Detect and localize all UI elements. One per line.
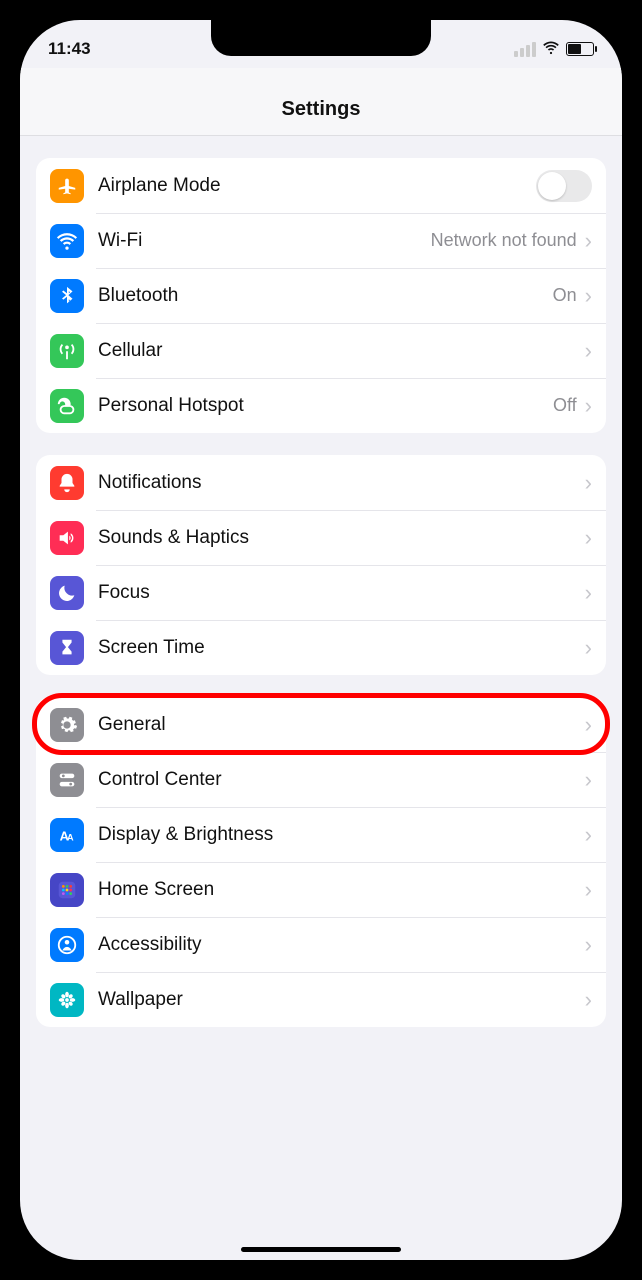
- notch: [211, 20, 431, 56]
- row-label: Control Center: [98, 769, 585, 791]
- settings-group: Airplane ModeWi-FiNetwork not found›Blue…: [36, 158, 606, 433]
- row-label: Home Screen: [98, 879, 585, 901]
- row-screentime[interactable]: Screen Time›: [36, 620, 606, 675]
- svg-text:A: A: [67, 832, 74, 842]
- chevron-right-icon: ›: [585, 338, 592, 364]
- settings-group: General›Control Center›AADisplay & Brigh…: [36, 697, 606, 1027]
- airplane-icon: [50, 169, 84, 203]
- chevron-right-icon: ›: [585, 932, 592, 958]
- row-home-screen[interactable]: Home Screen›: [36, 862, 606, 917]
- chevron-right-icon: ›: [585, 470, 592, 496]
- chevron-right-icon: ›: [585, 987, 592, 1013]
- row-label: General: [98, 714, 585, 736]
- row-notifications[interactable]: Notifications›: [36, 455, 606, 510]
- chevron-right-icon: ›: [585, 822, 592, 848]
- row-wallpaper[interactable]: Wallpaper›: [36, 972, 606, 1027]
- row-label: Cellular: [98, 340, 585, 362]
- row-control-center[interactable]: Control Center›: [36, 752, 606, 807]
- row-label: Airplane Mode: [98, 175, 536, 197]
- row-focus[interactable]: Focus›: [36, 565, 606, 620]
- settings-list[interactable]: Airplane ModeWi-FiNetwork not found›Blue…: [20, 158, 622, 1027]
- row-bluetooth[interactable]: BluetoothOn ›: [36, 268, 606, 323]
- battery-icon: [566, 42, 594, 56]
- status-indicators: [514, 38, 594, 61]
- row-label: Display & Brightness: [98, 824, 585, 846]
- row-accessibility[interactable]: Accessibility›: [36, 917, 606, 972]
- row-label: Bluetooth: [98, 285, 553, 307]
- page-title: Settings: [20, 68, 622, 136]
- chevron-right-icon: ›: [585, 393, 592, 419]
- speaker-icon: [50, 521, 84, 555]
- text-size-icon: AA: [50, 818, 84, 852]
- antenna-icon: [50, 334, 84, 368]
- chevron-right-icon: ›: [585, 525, 592, 551]
- row-label: Personal Hotspot: [98, 395, 553, 417]
- row-label: Sounds & Haptics: [98, 527, 585, 549]
- row-label: Focus: [98, 582, 585, 604]
- grid-icon: [50, 873, 84, 907]
- row-label: Wi-Fi: [98, 230, 431, 252]
- flower-icon: [50, 983, 84, 1017]
- chevron-right-icon: ›: [585, 712, 592, 738]
- chevron-right-icon: ›: [585, 877, 592, 903]
- bell-icon: [50, 466, 84, 500]
- switches-icon: [50, 763, 84, 797]
- row-display[interactable]: AA Display & Brightness›: [36, 807, 606, 862]
- row-label: Notifications: [98, 472, 585, 494]
- bluetooth-icon: [50, 279, 84, 313]
- cellular-signal-icon: [514, 42, 536, 57]
- settings-group: Notifications›Sounds & Haptics›Focus›Scr…: [36, 455, 606, 675]
- row-label: Screen Time: [98, 637, 585, 659]
- gear-icon: [50, 708, 84, 742]
- row-wifi[interactable]: Wi-FiNetwork not found ›: [36, 213, 606, 268]
- row-detail: Network not found: [431, 230, 577, 251]
- status-time: 11:43: [48, 39, 91, 59]
- wifi-icon: [50, 224, 84, 258]
- row-label: Accessibility: [98, 934, 585, 956]
- chevron-right-icon: ›: [585, 228, 592, 254]
- device-frame: 11:43 Settings Airplane Mode Wi-FiNetwork…: [0, 0, 642, 1280]
- wifi-icon: [542, 38, 560, 61]
- chevron-right-icon: ›: [585, 283, 592, 309]
- toggle-airplane-mode[interactable]: [536, 170, 592, 202]
- row-detail: On: [553, 285, 577, 306]
- home-indicator[interactable]: [241, 1247, 401, 1252]
- person-icon: [50, 928, 84, 962]
- hotspot-icon: [50, 389, 84, 423]
- row-cellular[interactable]: Cellular›: [36, 323, 606, 378]
- row-detail: Off: [553, 395, 577, 416]
- row-sounds[interactable]: Sounds & Haptics›: [36, 510, 606, 565]
- screen: 11:43 Settings Airplane Mode Wi-FiNetwork…: [20, 20, 622, 1260]
- chevron-right-icon: ›: [585, 580, 592, 606]
- chevron-right-icon: ›: [585, 767, 592, 793]
- row-hotspot[interactable]: Personal HotspotOff ›: [36, 378, 606, 433]
- row-label: Wallpaper: [98, 989, 585, 1011]
- row-airplane-mode[interactable]: Airplane Mode: [36, 158, 606, 213]
- row-general[interactable]: General›: [36, 697, 606, 752]
- hourglass-icon: [50, 631, 84, 665]
- moon-icon: [50, 576, 84, 610]
- chevron-right-icon: ›: [585, 635, 592, 661]
